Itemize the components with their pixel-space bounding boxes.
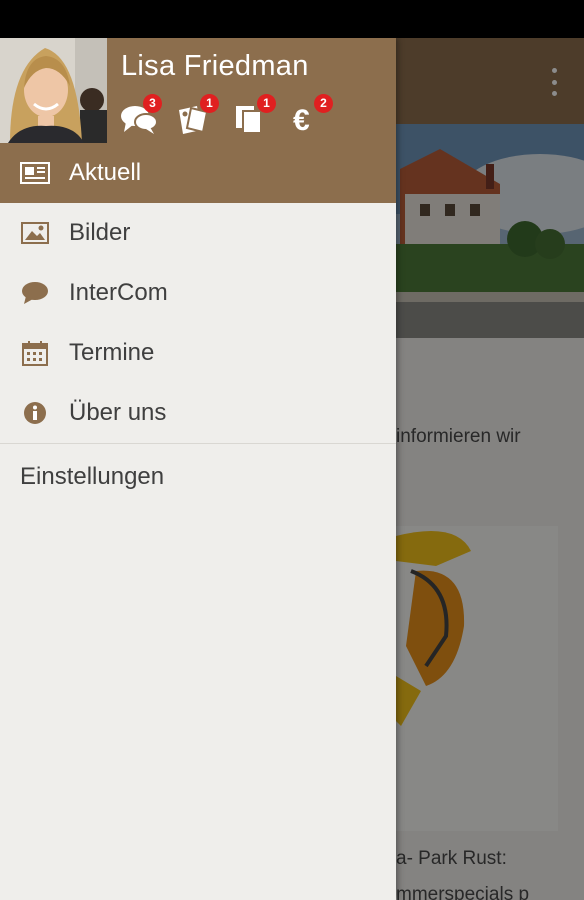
article-image [396,526,558,831]
svg-text:€: € [293,104,310,134]
messages-button[interactable]: 3 [120,94,162,134]
article-text-line: a- Park Rust: [396,848,507,869]
speech-bubble-icon [20,278,50,308]
payments-button[interactable]: € 2 [291,94,333,134]
navigation-drawer: Lisa Friedman 3 1 1 € 2 Aktuell Bilder I… [0,38,396,900]
info-icon [20,398,50,428]
notification-badge: 1 [257,94,276,113]
notification-badge: 2 [314,94,333,113]
menu-item-intercom[interactable]: InterCom [0,263,396,323]
menu-label: Bilder [69,219,131,246]
coupons-button[interactable]: 1 [177,94,219,134]
drawer-menu: Aktuell Bilder InterCom Termine Über uns [0,143,396,443]
calendar-icon [20,338,50,368]
notification-badge: 1 [200,94,219,113]
notification-badge: 3 [143,94,162,113]
menu-item-bilder[interactable]: Bilder [0,203,396,263]
status-bar [0,0,584,38]
menu-label: InterCom [69,279,168,306]
overflow-menu-icon[interactable] [550,68,558,96]
menu-item-termine[interactable]: Termine [0,323,396,383]
article-text-line: mmerspecials p [396,884,530,900]
documents-button[interactable]: 1 [234,94,276,134]
newspaper-icon [20,158,50,188]
menu-item-ueber-uns[interactable]: Über uns [0,383,396,443]
image-icon [20,218,50,248]
menu-item-aktuell[interactable]: Aktuell [0,143,396,203]
avatar[interactable] [0,38,107,143]
settings-item[interactable]: Einstellungen [0,444,396,510]
menu-label: Aktuell [69,159,142,186]
drawer-header: Lisa Friedman 3 1 1 € 2 [0,38,396,143]
menu-label: Termine [69,339,155,366]
settings-label: Einstellungen [20,463,165,490]
user-name: Lisa Friedman [121,50,309,82]
article-text-line: informieren wir [396,426,521,447]
menu-label: Über uns [69,399,167,426]
